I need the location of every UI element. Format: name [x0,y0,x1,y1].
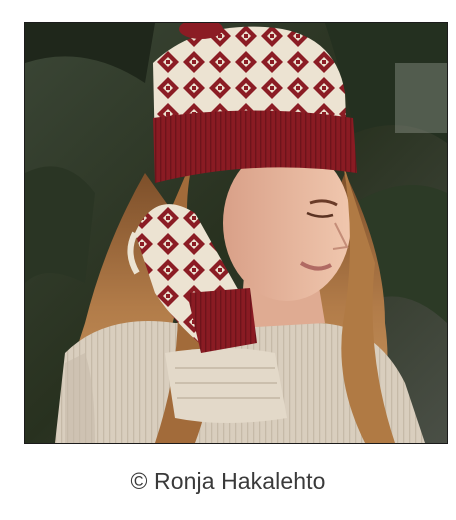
photo-illustration [25,23,447,443]
knitwear-photo [24,22,448,444]
photo-credit-caption: © Ronja Hakalehto [130,468,326,494]
image-figure: © Ronja Hakalehto [0,0,456,520]
